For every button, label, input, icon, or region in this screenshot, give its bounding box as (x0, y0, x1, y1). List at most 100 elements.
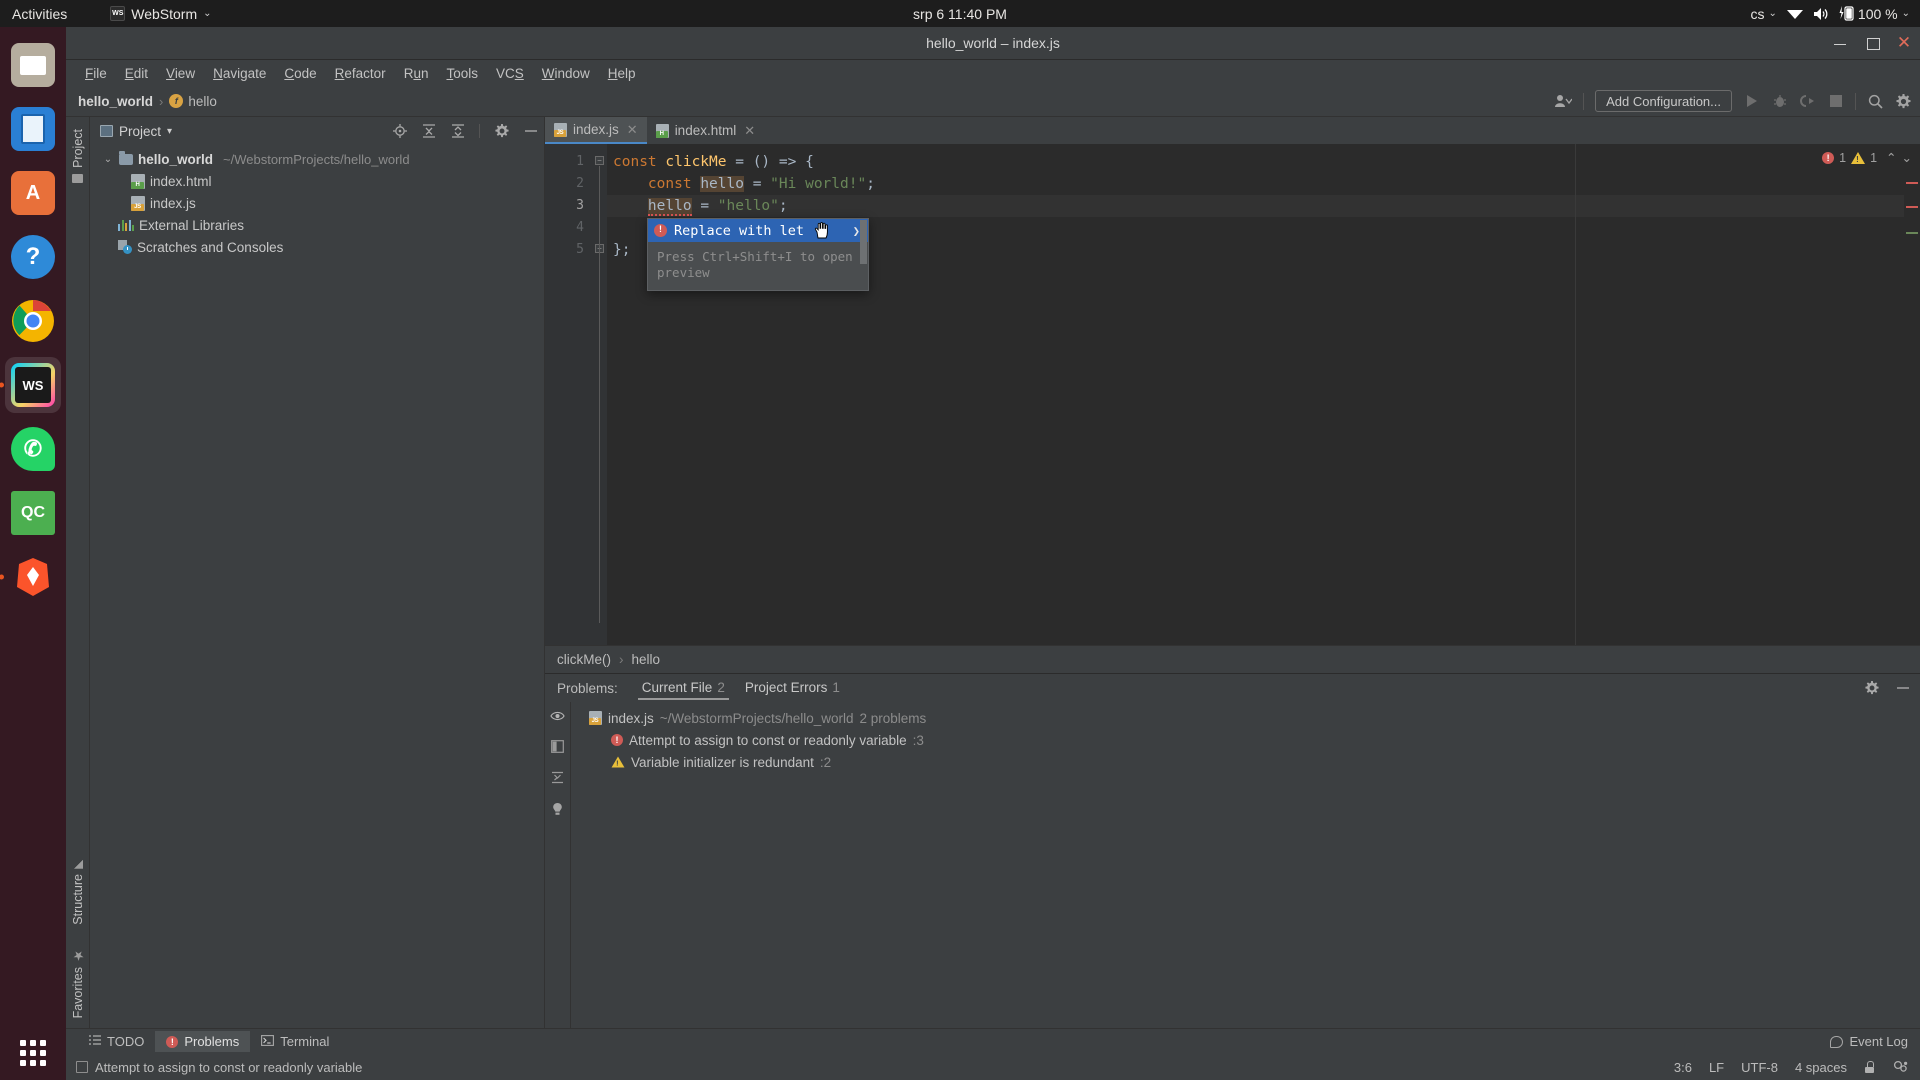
breadcrumb-symbol[interactable]: hello (188, 94, 217, 109)
expand-all-icon[interactable] (421, 124, 436, 139)
folding-gutter[interactable]: − − (593, 144, 607, 645)
caret-position[interactable]: 3:6 (1674, 1060, 1692, 1075)
hide-icon[interactable] (523, 124, 538, 139)
dock-item-whatsapp[interactable]: ✆ (5, 421, 61, 477)
collapse-all-icon[interactable] (450, 124, 465, 139)
tree-node-index-html[interactable]: H index.html (90, 170, 544, 192)
menu-code[interactable]: Code (275, 64, 325, 83)
editor-tab-index-html[interactable]: H index.html ✕ (647, 117, 764, 144)
dock-item-qc[interactable]: QC (5, 485, 61, 541)
menu-window[interactable]: Window (533, 64, 599, 83)
search-everywhere-icon[interactable] (1867, 93, 1884, 110)
tab-project-errors-label: Project Errors (744, 680, 828, 695)
read-write-lock-icon[interactable] (1864, 1061, 1875, 1073)
dock-item-libreoffice-writer[interactable] (5, 101, 61, 157)
line-separator[interactable]: LF (1709, 1060, 1724, 1075)
tool-button-structure[interactable]: Structure (71, 858, 85, 925)
tool-button-favorites[interactable]: Favorites ★ (70, 947, 85, 1018)
problems-file-node[interactable]: JS index.js ~/WebstormProjects/hello_wor… (571, 707, 1920, 729)
file-encoding[interactable]: UTF-8 (1741, 1060, 1778, 1075)
tree-node-external-libraries[interactable]: External Libraries (90, 214, 544, 236)
show-applications-button[interactable] (20, 1040, 46, 1066)
settings-icon[interactable] (494, 124, 509, 139)
event-log-button[interactable]: Event Log (1830, 1034, 1920, 1049)
tool-button-project[interactable]: Project (71, 129, 85, 168)
preview-icon[interactable] (550, 708, 565, 723)
project-panel-title[interactable]: Project ▾ (100, 124, 172, 139)
problem-item-error[interactable]: ! Attempt to assign to const or readonly… (571, 729, 1920, 751)
settings-icon[interactable] (1864, 681, 1879, 696)
breadcrumb-function[interactable]: clickMe() (557, 652, 611, 667)
menu-navigate[interactable]: Navigate (204, 64, 275, 83)
intention-action-replace-with-let[interactable]: ! Replace with let ❯ (648, 219, 868, 242)
code-editor[interactable]: 1 2 3 4 5 − − const clickMe = () = (545, 144, 1920, 645)
chevron-down-icon[interactable]: ⌄ (102, 154, 114, 165)
stripe-info-marker[interactable] (1906, 232, 1918, 234)
close-icon[interactable]: ✕ (627, 122, 638, 138)
editor-tab-index-js[interactable]: JS index.js ✕ (545, 117, 647, 144)
dock-item-help[interactable]: ? (5, 229, 61, 285)
status-message-area[interactable]: Attempt to assign to const or readonly v… (76, 1060, 362, 1075)
menu-vcs[interactable]: VCS (487, 64, 533, 83)
clock[interactable]: srp 6 11:40 PM (913, 6, 1007, 22)
keyboard-layout-indicator[interactable]: cs ⌄ (1751, 6, 1777, 22)
tab-current-file[interactable]: Current File 2 (632, 676, 735, 700)
stripe-error-marker[interactable] (1906, 182, 1918, 184)
menu-refactor[interactable]: Refactor (326, 64, 395, 83)
chevron-down-icon[interactable]: ⌄ (1902, 150, 1912, 165)
tab-project-errors[interactable]: Project Errors 1 (735, 676, 850, 700)
debug-icon[interactable] (1771, 93, 1788, 110)
inspection-level-icon[interactable] (1892, 1059, 1908, 1076)
menu-file[interactable]: File (76, 64, 116, 83)
dock-item-brave[interactable] (0, 549, 61, 605)
code-content[interactable]: const clickMe = () => { const hello = "H… (607, 144, 1904, 645)
minimize-button[interactable] (1832, 35, 1848, 51)
tool-button-terminal[interactable]: Terminal (250, 1031, 340, 1052)
run-icon[interactable] (1743, 93, 1760, 110)
sort-icon[interactable] (550, 770, 565, 785)
stop-icon[interactable] (1827, 93, 1844, 110)
open-editor-icon[interactable] (550, 739, 565, 754)
stripe-error-marker[interactable] (1906, 206, 1918, 208)
activities-button[interactable]: Activities (12, 6, 67, 22)
battery-indicator[interactable]: 100 % ⌄ (1838, 6, 1910, 22)
dock-item-files[interactable] (5, 37, 61, 93)
close-button[interactable]: ✕ (1896, 34, 1912, 51)
inspection-widget[interactable]: ! 1 1 ⌃ ⌄ (1812, 144, 1920, 171)
settings-icon[interactable] (1895, 93, 1912, 110)
fold-collapse-icon[interactable]: − (595, 156, 604, 165)
app-menu-button[interactable]: WS WebStorm ⌄ (110, 6, 212, 22)
hide-icon[interactable] (1895, 681, 1910, 696)
tree-node-scratches-and-consoles[interactable]: Scratches and Consoles (90, 236, 544, 258)
menu-help[interactable]: Help (599, 64, 645, 83)
dock-item-webstorm[interactable]: WS (0, 357, 61, 413)
menu-tools[interactable]: Tools (437, 64, 487, 83)
chevron-up-icon[interactable]: ⌃ (1886, 150, 1896, 165)
menu-run[interactable]: Run (395, 64, 438, 83)
run-coverage-icon[interactable] (1799, 93, 1816, 110)
popup-scrollbar[interactable] (860, 220, 867, 264)
dock-item-google-chrome[interactable] (5, 293, 61, 349)
indent-setting[interactable]: 4 spaces (1795, 1060, 1847, 1075)
tree-node-index-js[interactable]: JS index.js (90, 192, 544, 214)
system-tray[interactable]: cs ⌄ 100 % ⌄ (1751, 6, 1910, 22)
menu-edit[interactable]: Edit (116, 64, 157, 83)
dock-item-ubuntu-software[interactable]: A (5, 165, 61, 221)
chevron-down-icon[interactable]: ▾ (167, 126, 172, 137)
tree-node-hello-world[interactable]: ⌄ hello_world ~/WebstormProjects/hello_w… (90, 148, 544, 170)
intention-popup[interactable]: ! Replace with let ❯ Press Ctrl+Shift+I … (647, 218, 869, 291)
breadcrumb-variable[interactable]: hello (632, 652, 661, 667)
error-stripe[interactable] (1904, 144, 1920, 645)
tool-button-problems[interactable]: ! Problems (155, 1031, 251, 1052)
tool-button-todo[interactable]: TODO (78, 1031, 155, 1052)
maximize-button[interactable] (1864, 35, 1880, 51)
inspections-icon[interactable] (550, 801, 565, 816)
breadcrumb-project[interactable]: hello_world (78, 94, 153, 109)
problem-item-warning[interactable]: Variable initializer is redundant :2 (571, 751, 1920, 773)
locate-icon[interactable] (392, 124, 407, 139)
add-configuration-button[interactable]: Add Configuration... (1595, 90, 1732, 112)
chevron-right-icon[interactable]: ❯ (853, 224, 860, 238)
close-icon[interactable]: ✕ (744, 123, 755, 139)
user-avatar-icon[interactable] (1555, 93, 1573, 110)
menu-view[interactable]: View (157, 64, 204, 83)
